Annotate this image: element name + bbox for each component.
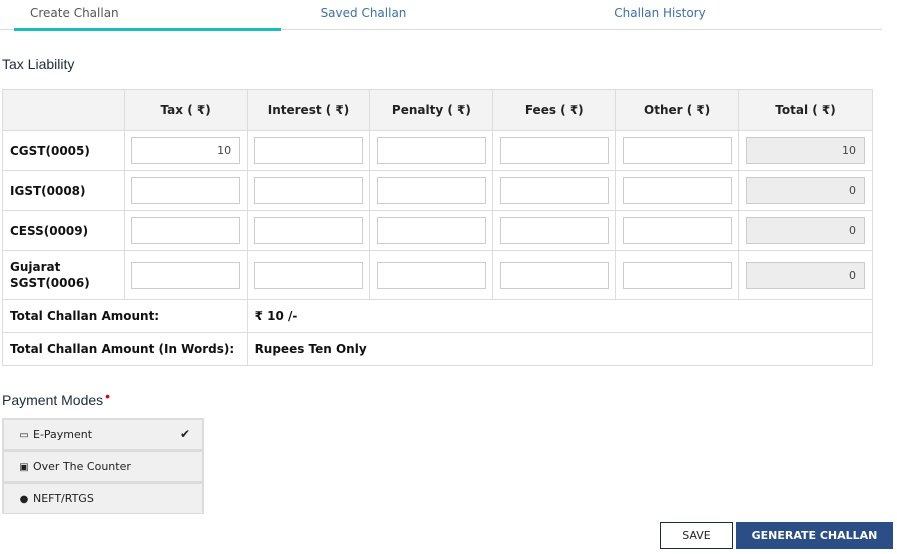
- tab-saved-challan[interactable]: Saved Challan: [281, 0, 446, 30]
- payment-mode-label: NEFT/RTGS: [33, 492, 94, 505]
- row-label: IGST(0008): [2, 170, 125, 211]
- cgst-fees-input[interactable]: [499, 137, 609, 164]
- credit-card-icon: ▭: [19, 430, 29, 441]
- total-words-value: Rupees Ten Only: [246, 332, 874, 366]
- cgst-other-input[interactable]: [622, 137, 732, 164]
- generate-challan-button[interactable]: GENERATE CHALLAN: [736, 522, 893, 549]
- tab-challan-history[interactable]: Challan History: [560, 0, 760, 30]
- table-header-row: Tax ( ₹) Interest ( ₹) Penalty ( ₹) Fees…: [2, 89, 873, 131]
- tab-create-challan[interactable]: Create Challan: [14, 0, 281, 31]
- table-row-igst: IGST(0008): [2, 170, 873, 211]
- column-header-other: Other ( ₹): [615, 89, 740, 131]
- table-row-cess: CESS(0009): [2, 210, 873, 251]
- section-title: Tax Liability: [2, 56, 75, 72]
- sgst-interest-input[interactable]: [254, 261, 363, 289]
- sgst-total-field: [746, 261, 866, 289]
- payment-mode-e-payment[interactable]: ▭ E-Payment ✔: [4, 420, 202, 449]
- igst-total-field: [746, 177, 866, 204]
- payment-mode-neft-rtgs[interactable]: ● NEFT/RTGS: [4, 484, 202, 513]
- payment-mode-over-the-counter[interactable]: ▣ Over The Counter: [4, 452, 202, 481]
- total-amount-label: Total Challan Amount:: [2, 299, 248, 333]
- igst-other-input[interactable]: [622, 177, 732, 204]
- row-label: Gujarat SGST(0006): [2, 250, 125, 300]
- column-header: [2, 89, 125, 131]
- cess-fees-input[interactable]: [499, 217, 609, 244]
- total-amount-row: Total Challan Amount: ₹ 10 /-: [2, 299, 874, 333]
- payment-mode-label: Over The Counter: [33, 460, 131, 473]
- igst-tax-input[interactable]: [131, 177, 241, 204]
- payment-modes-label: Payment Modes: [2, 392, 104, 408]
- row-label: CGST(0005): [2, 130, 125, 171]
- total-amount-value: ₹ 10 /-: [246, 299, 874, 333]
- cgst-penalty-input[interactable]: [376, 137, 486, 164]
- sgst-penalty-input[interactable]: [376, 261, 486, 289]
- cgst-tax-input[interactable]: [131, 137, 241, 164]
- column-header-fees: Fees ( ₹): [492, 89, 617, 131]
- igst-penalty-input[interactable]: [376, 177, 486, 204]
- total-words-label: Total Challan Amount (In Words):: [2, 332, 248, 366]
- column-header-interest: Interest ( ₹): [246, 89, 371, 131]
- sgst-other-input[interactable]: [622, 261, 732, 289]
- column-header-tax: Tax ( ₹): [123, 89, 248, 131]
- checkmark-icon: ✔: [179, 427, 190, 441]
- cgst-total-field: [746, 137, 866, 164]
- payment-modes-list: ▭ E-Payment ✔ ▣ Over The Counter ● NEFT/RTG…: [2, 418, 204, 514]
- column-header-total: Total ( ₹): [738, 89, 873, 131]
- required-indicator: •: [105, 388, 111, 404]
- row-label-line2: SGST(0006): [10, 276, 90, 290]
- payment-modes-title: Payment Modes •: [2, 388, 110, 408]
- row-label: CESS(0009): [2, 210, 125, 251]
- sgst-fees-input[interactable]: [499, 261, 609, 289]
- tax-liability-table: Tax ( ₹) Interest ( ₹) Penalty ( ₹) Fees…: [2, 89, 874, 366]
- money-icon: ▣: [19, 462, 29, 473]
- total-words-row: Total Challan Amount (In Words): Rupees …: [2, 332, 874, 366]
- payment-mode-label: E-Payment: [33, 428, 93, 441]
- cess-tax-input[interactable]: [131, 217, 241, 244]
- cess-interest-input[interactable]: [254, 217, 363, 244]
- table-row-cgst: CGST(0005): [2, 130, 873, 171]
- cess-other-input[interactable]: [622, 217, 732, 244]
- cgst-interest-input[interactable]: [254, 137, 363, 164]
- table-row-sgst: Gujarat SGST(0006): [2, 250, 873, 300]
- globe-icon: ●: [19, 494, 29, 505]
- tab-bar: Create Challan Saved Challan Challan His…: [0, 0, 882, 31]
- sgst-tax-input[interactable]: [131, 261, 241, 289]
- column-header-penalty: Penalty ( ₹): [369, 89, 494, 131]
- igst-interest-input[interactable]: [254, 177, 363, 204]
- cess-penalty-input[interactable]: [376, 217, 486, 244]
- row-label-line1: Gujarat: [10, 260, 61, 274]
- save-button[interactable]: SAVE: [660, 522, 733, 549]
- igst-fees-input[interactable]: [499, 177, 609, 204]
- cess-total-field: [746, 217, 866, 244]
